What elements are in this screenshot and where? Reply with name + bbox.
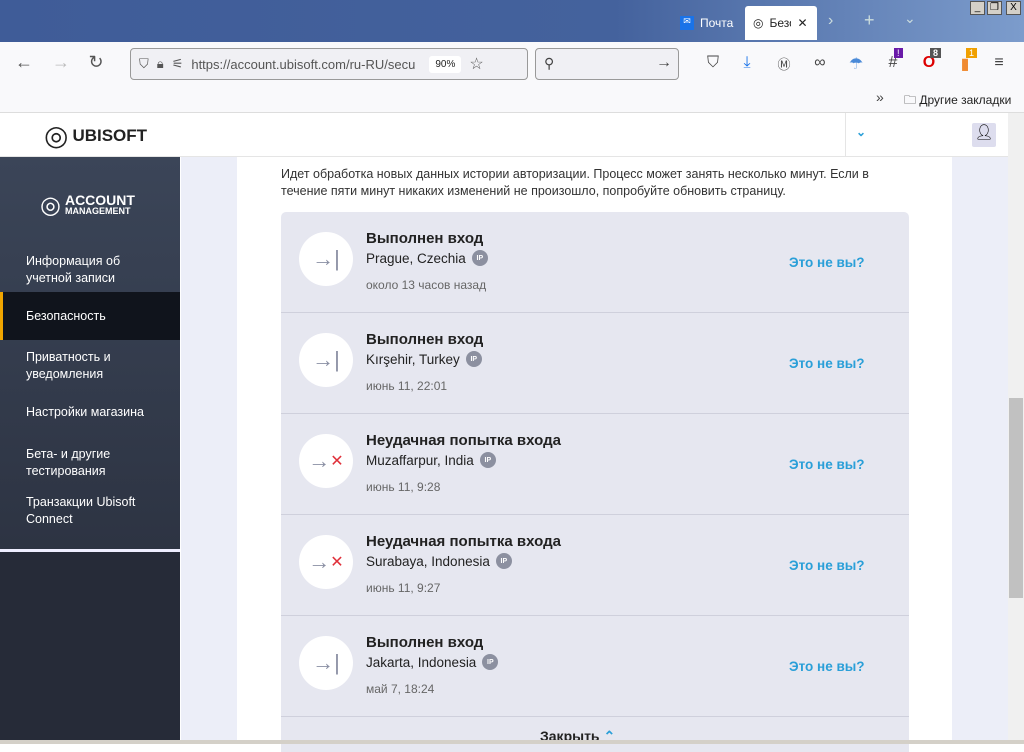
login-failed-icon: → ✕ [299,434,353,488]
event-time: июнь 11, 9:27 [366,581,441,595]
minimize-button[interactable]: _ [970,1,985,15]
not-me-link[interactable]: Это не вы? [789,457,865,472]
opera-icon[interactable]: O8 [918,48,942,72]
event-time: около 13 часов назад [366,278,487,292]
back-icon[interactable]: ← [12,52,36,73]
ip-info-icon[interactable]: IP [479,452,496,468]
ip-info-icon[interactable]: IP [465,351,482,367]
extension-fence-icon[interactable]: #! [882,48,904,72]
login-history-list: →| Выполнен вход Prague, Czechia IP около… [281,212,909,752]
ip-info-icon[interactable]: IP [471,250,488,266]
close-tab-icon[interactable]: ✕ [797,16,807,30]
menu-icon[interactable]: ≡ [988,54,1010,72]
new-tab-icon[interactable]: + [864,10,875,31]
ubisoft-swirl-icon: ◎ [44,120,69,151]
event-time: май 7, 18:24 [366,682,435,696]
zoom-level[interactable]: 90% [429,55,462,73]
login-success-icon: →| [299,636,353,690]
site-header: ◎ UBISOFT ⌄ 👤︎ [0,113,1008,157]
vpn-icon[interactable]: ☂ [845,54,867,74]
processing-notice: Идет обработка новых данных истории авто… [281,167,869,198]
sidebar: ◎ ACCOUNT MANAGEMENT Информация об учетно… [0,157,180,744]
folder-icon: 🗀︎ [904,93,917,107]
search-icon: ⚲ [544,55,555,71]
event-location: Jakarta, Indonesia IP [366,654,499,670]
download-icon[interactable]: ⤓ [736,54,758,72]
ubisoft-swirl-icon: ◎ [40,192,61,219]
bookmark-star-icon[interactable]: ☆ [469,54,483,74]
event-title: Неудачная попытка входа [366,533,561,550]
sidebar-item-privacy[interactable]: Приватность и уведомления [0,345,180,387]
reload-icon[interactable]: ↻ [84,52,108,73]
forward-icon[interactable]: → [49,52,73,73]
not-me-link[interactable]: Это не вы? [789,255,865,270]
pocket-icon[interactable]: ⛉ [702,54,724,72]
more-bookmarks-icon[interactable]: » [876,89,884,105]
not-me-link[interactable]: Это не вы? [789,558,865,573]
tab-bar: ✉Почта ◎Безо✕ › + ⌄ _ ❐ X [0,0,1024,42]
scrollbar-thumb[interactable] [1009,398,1023,598]
login-event-row: → ✕ Неудачная попытка входа Muzaffarpur, … [281,414,909,515]
shield-icon: ⛉ [139,56,149,71]
event-time: июнь 11, 9:28 [366,480,441,494]
sidebar-item-beta[interactable]: Бета- и другие тестирования [0,442,180,484]
mail-icon: ✉ [680,16,694,30]
not-me-link[interactable]: Это не вы? [789,659,865,674]
sidebar-item-security[interactable]: Безопасность [0,292,180,340]
event-title: Неудачная попытка входа [366,432,561,449]
tab-mail[interactable]: ✉ Почта [672,6,741,40]
event-location: Surabaya, Indonesia IP [366,553,512,569]
account-management-logo: ◎ ACCOUNT MANAGEMENT [40,191,135,219]
login-success-icon: →| [299,333,353,387]
restore-button[interactable]: ❐ [987,1,1002,15]
search-input[interactable]: ⚲ → [535,48,679,80]
tab-security[interactable]: ◎Безо✕ [745,6,817,40]
chevron-down-icon[interactable]: ⌄ [856,125,866,139]
login-event-row: → ✕ Неудачная попытка входа Surabaya, Ind… [281,515,909,616]
url-bar[interactable]: ⛉ 🔒︎ ⚟ https://account.ubisoft.com/ru-RU/s… [130,48,528,80]
ip-info-icon[interactable]: IP [482,654,499,670]
other-bookmarks[interactable]: 🗀︎ Другие закладки [904,91,1011,112]
event-location: Muzaffarpur, India IP [366,452,496,468]
event-title: Выполнен вход [366,230,484,247]
ip-info-icon[interactable]: IP [495,553,512,569]
status-border [0,740,1024,744]
not-me-link[interactable]: Это не вы? [789,356,865,371]
login-event-row: →| Выполнен вход Prague, Czechia IP около… [281,212,909,313]
close-window-button[interactable]: X [1006,1,1021,15]
login-failed-icon: → ✕ [299,535,353,589]
event-title: Выполнен вход [366,634,484,651]
sidebar-item-transactions[interactable]: Транзакции Ubisoft Connect [0,490,180,532]
sidebar-footer [0,552,180,744]
login-event-row: →| Выполнен вход Kırşehir, Turkey IP июнь… [281,313,909,414]
login-success-icon: →| [299,232,353,286]
tab-list-icon[interactable]: ⌄ [904,10,916,27]
sidebar-item-store-settings[interactable]: Настройки магазина [0,402,180,422]
event-location: Kırşehir, Turkey IP [366,351,482,367]
event-title: Выполнен вход [366,331,484,348]
avatar[interactable]: 👤︎ [972,123,996,147]
divider [845,113,846,157]
ubisoft-tab-icon: ◎ [753,16,764,30]
permissions-icon: ⚟ [171,56,184,71]
ubisoft-logo[interactable]: ◎ UBISOFT [44,119,147,152]
scroll-tabs-icon[interactable]: › [828,12,833,30]
bookmarks-bar: » 🗀︎ Другие закладки [0,86,1024,113]
extension-m-icon[interactable]: Ⓜ [773,54,795,73]
login-event-row: →| Выполнен вход Jakarta, Indonesia IP ма… [281,616,909,717]
sidebar-item-account-info[interactable]: Информация об учетной записи [0,249,180,291]
mask-icon[interactable]: ∞ [809,54,831,72]
extension-trash-icon[interactable]: ▮ 1 [954,48,978,74]
event-time: июнь 11, 22:01 [366,379,448,393]
go-arrow-icon[interactable]: → [656,54,672,72]
event-location: Prague, Czechia IP [366,250,488,266]
lock-icon: 🔒︎ [156,56,164,71]
